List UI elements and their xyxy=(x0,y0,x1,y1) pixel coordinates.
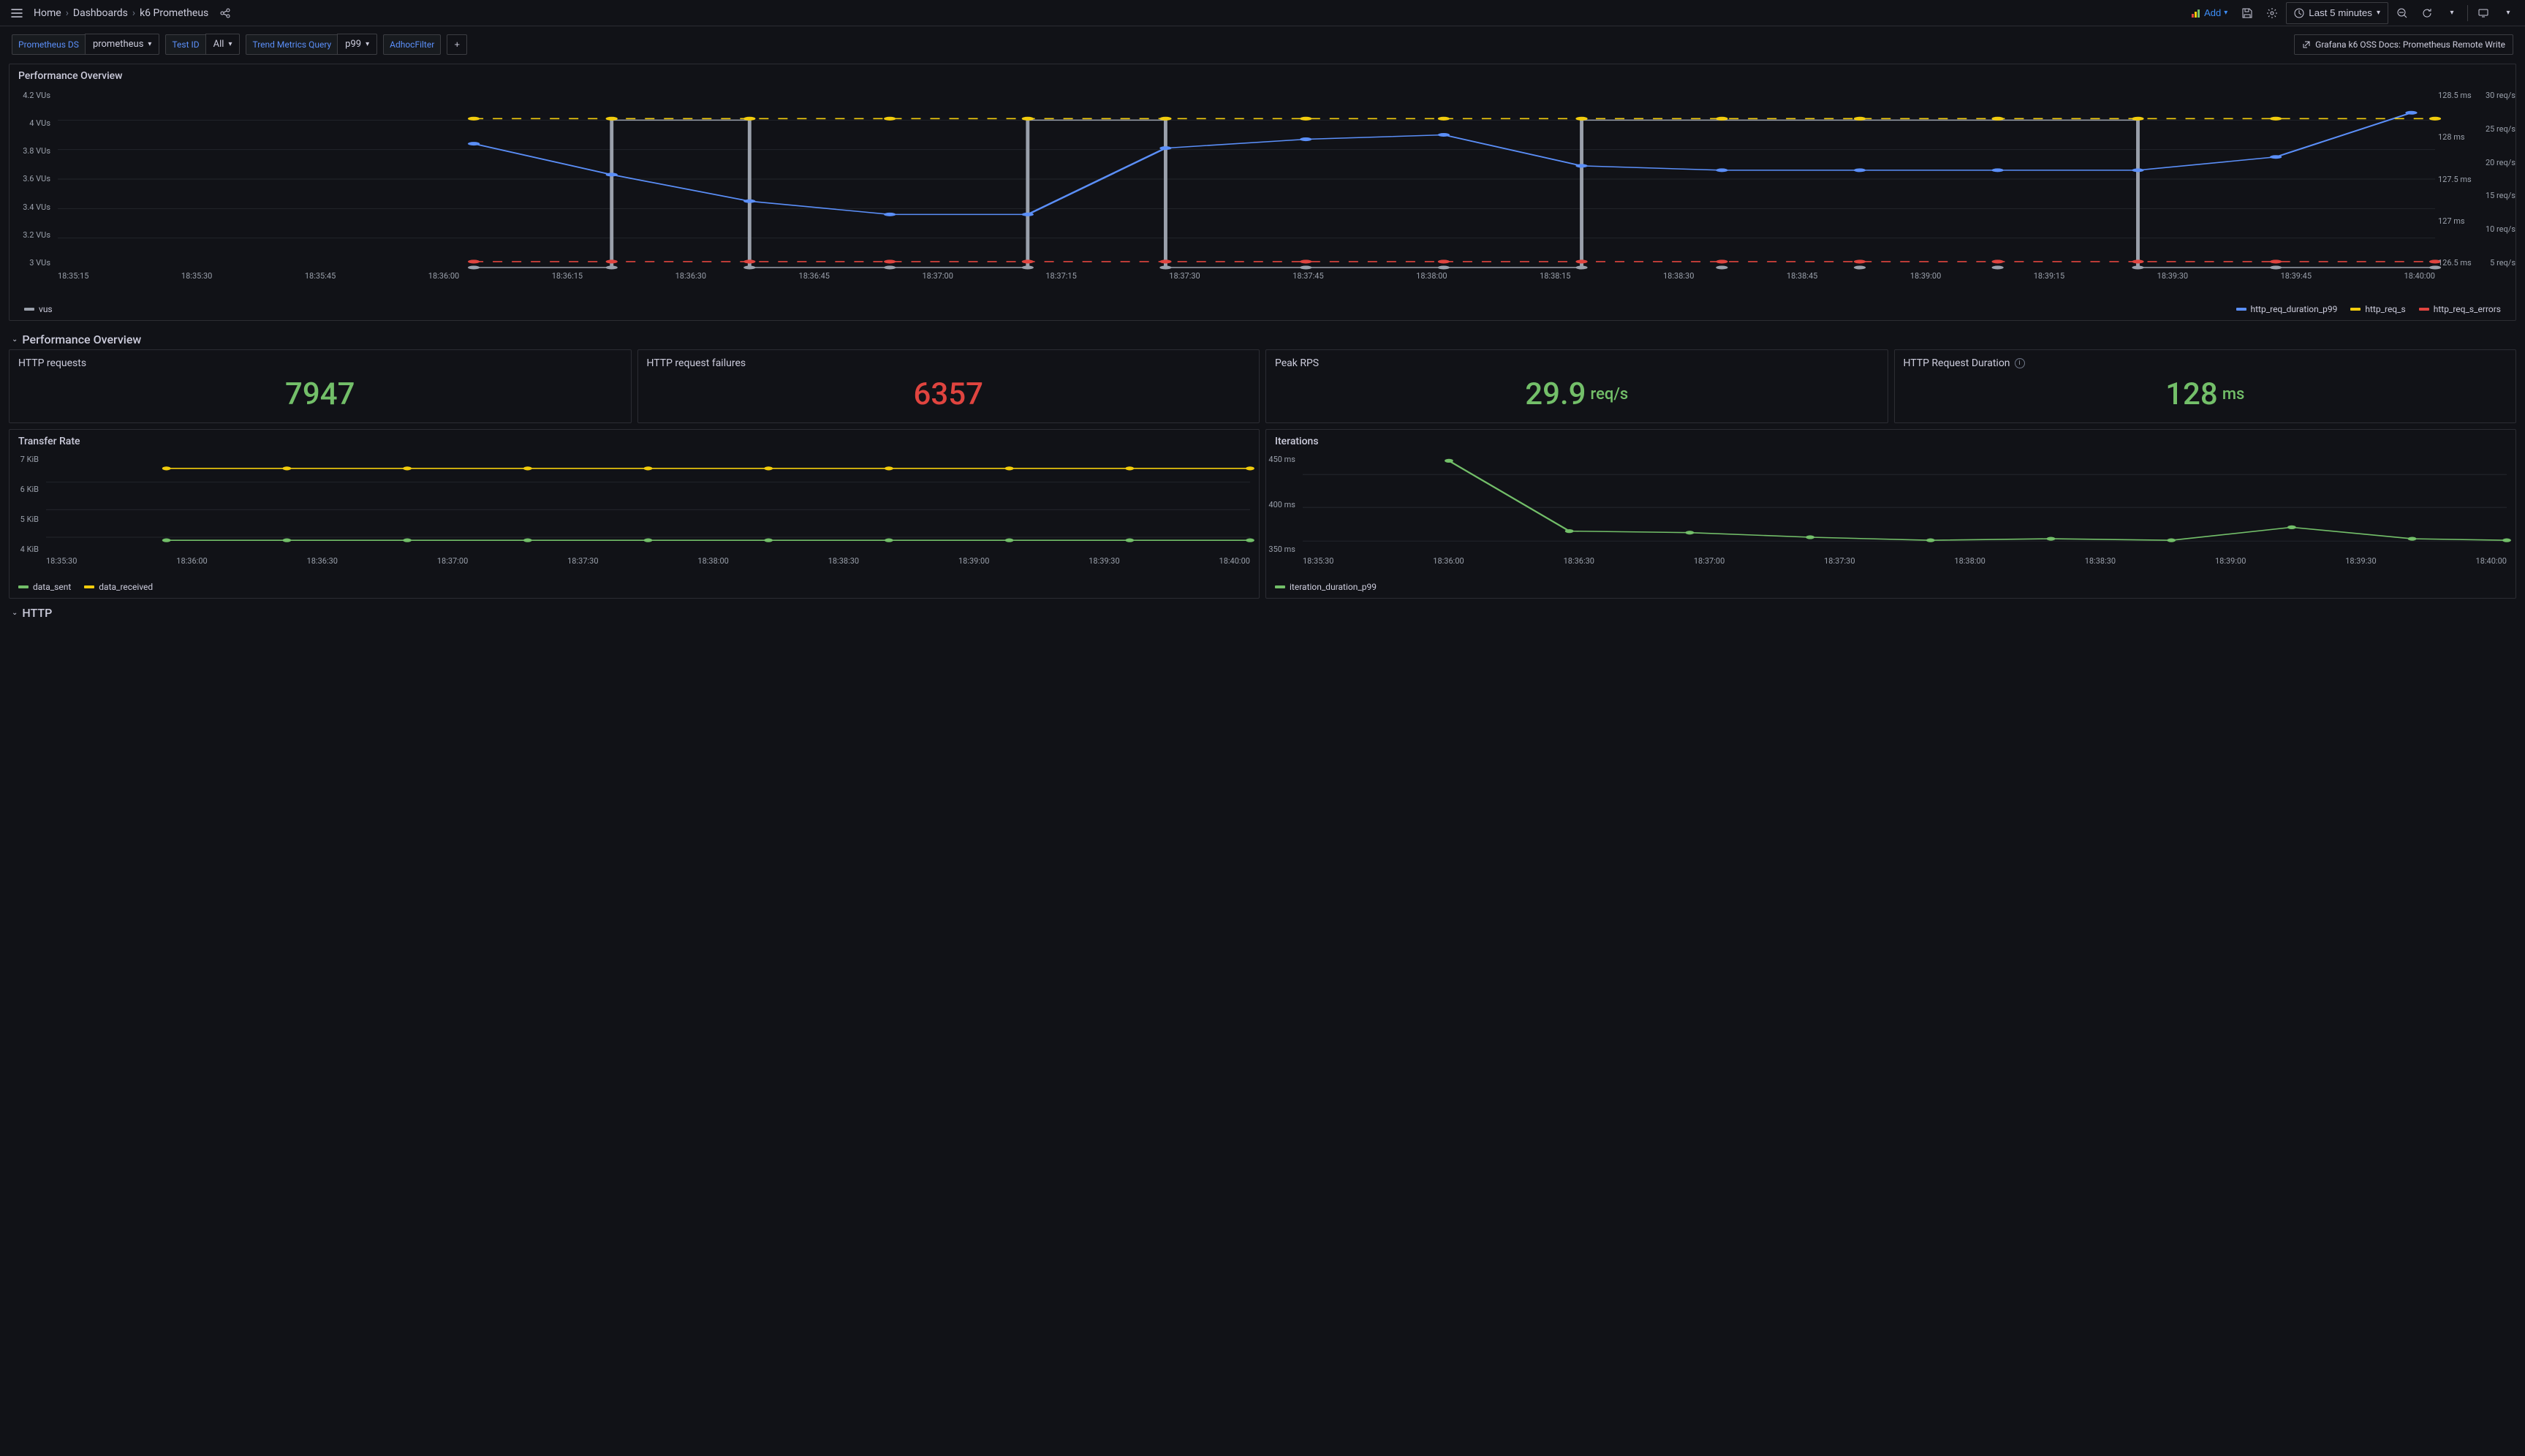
legend-item[interactable]: vus xyxy=(24,304,53,314)
stat-title: HTTP requests xyxy=(18,357,622,369)
stat-value: 6357 xyxy=(647,369,1251,415)
save-icon[interactable] xyxy=(2236,2,2258,24)
panel-performance-overview: Performance Overview 4.2 VUs4 VUs3.8 VUs… xyxy=(9,64,2516,321)
iterations-legend: iteration_duration_p99 xyxy=(1266,582,2515,598)
var-trend-label: Trend Metrics Query xyxy=(246,34,338,55)
legend-item[interactable]: iteration_duration_p99 xyxy=(1275,582,1377,592)
info-icon[interactable]: i xyxy=(2015,358,2025,368)
panel-title[interactable]: Iterations xyxy=(1266,430,2515,450)
gear-icon[interactable] xyxy=(2261,2,2283,24)
var-prometheus-ds-label: Prometheus DS xyxy=(12,34,86,55)
breadcrumb-home[interactable]: Home xyxy=(34,7,61,19)
panel-iterations: Iterations 450 ms400 ms350 ms 18:35:3018… xyxy=(1265,429,2516,599)
var-testid-select[interactable]: All▾ xyxy=(205,34,241,55)
tv-icon[interactable] xyxy=(2472,2,2494,24)
stat-title: HTTP Request Durationi xyxy=(1904,357,2507,369)
breadcrumb-current: k6 Prometheus xyxy=(140,7,208,19)
transfer-chart[interactable]: 7 KiB6 KiB5 KiB4 KiB 18:35:3018:36:0018:… xyxy=(10,450,1259,582)
zoom-out-icon[interactable] xyxy=(2391,2,2413,24)
stat-value: 128ms xyxy=(1904,369,2507,415)
time-range-label: Last 5 minutes xyxy=(2309,7,2372,18)
breadcrumb: Home › Dashboards › k6 Prometheus xyxy=(34,7,208,19)
top-header: Home › Dashboards › k6 Prometheus Add ▾ … xyxy=(0,0,2525,26)
row-http[interactable]: ⌄ HTTP xyxy=(0,599,2525,623)
stat-value: 7947 xyxy=(18,369,622,415)
menu-icon[interactable] xyxy=(6,2,28,24)
panel-http-duration[interactable]: HTTP Request Durationi 128ms xyxy=(1894,349,2517,423)
stat-value: 29.9req/s xyxy=(1275,369,1879,415)
overview-chart[interactable]: 4.2 VUs4 VUs3.8 VUs3.6 VUs3.4 VUs3.2 VUs… xyxy=(10,85,2515,304)
variable-bar: Prometheus DS prometheus▾ Test ID All▾ T… xyxy=(0,26,2525,59)
transfer-legend: data_sent data_received xyxy=(10,582,1259,598)
panel-peak-rps[interactable]: Peak RPS 29.9req/s xyxy=(1265,349,1888,423)
var-adhoc-label: AdhocFilter xyxy=(383,34,441,55)
time-range-button[interactable]: Last 5 minutes ▾ xyxy=(2286,2,2388,24)
breadcrumb-dashboards[interactable]: Dashboards xyxy=(73,7,128,19)
stat-title: Peak RPS xyxy=(1275,357,1879,369)
legend-item[interactable]: http_req_s_errors xyxy=(2419,304,2501,314)
adhoc-add-button[interactable]: + xyxy=(447,34,467,55)
var-trend-select[interactable]: p99▾ xyxy=(337,34,377,55)
legend-item[interactable]: data_received xyxy=(84,582,153,592)
var-prometheus-ds-select[interactable]: prometheus▾ xyxy=(85,34,160,55)
overview-legend: vus http_req_duration_p99 http_req_s http_… xyxy=(10,304,2515,320)
var-testid-label: Test ID xyxy=(165,34,205,55)
legend-item[interactable]: http_req_duration_p99 xyxy=(2236,304,2338,314)
legend-item[interactable]: data_sent xyxy=(18,582,71,592)
refresh-icon[interactable] xyxy=(2416,2,2438,24)
panel-title[interactable]: Performance Overview xyxy=(10,64,2515,85)
iterations-chart[interactable]: 450 ms400 ms350 ms 18:35:3018:36:0018:36… xyxy=(1266,450,2515,582)
add-button[interactable]: Add ▾ xyxy=(2185,4,2233,21)
panel-title[interactable]: Transfer Rate xyxy=(10,430,1259,450)
panel-http-requests[interactable]: HTTP requests 7947 xyxy=(9,349,632,423)
panel-http-failures[interactable]: HTTP request failures 6357 xyxy=(637,349,1260,423)
refresh-dropdown[interactable]: ▾ xyxy=(2441,2,2463,24)
legend-item[interactable]: http_req_s xyxy=(2350,304,2405,314)
docs-link[interactable]: Grafana k6 OSS Docs: Prometheus Remote W… xyxy=(2294,34,2513,55)
panel-transfer-rate: Transfer Rate 7 KiB6 KiB5 KiB4 KiB 18:35… xyxy=(9,429,1260,599)
kiosk-dropdown[interactable]: ▾ xyxy=(2497,2,2519,24)
add-label: Add xyxy=(2204,7,2221,18)
share-icon[interactable] xyxy=(214,2,236,24)
stat-title: HTTP request failures xyxy=(647,357,1251,369)
row-performance-overview[interactable]: ⌄ Performance Overview xyxy=(0,325,2525,349)
